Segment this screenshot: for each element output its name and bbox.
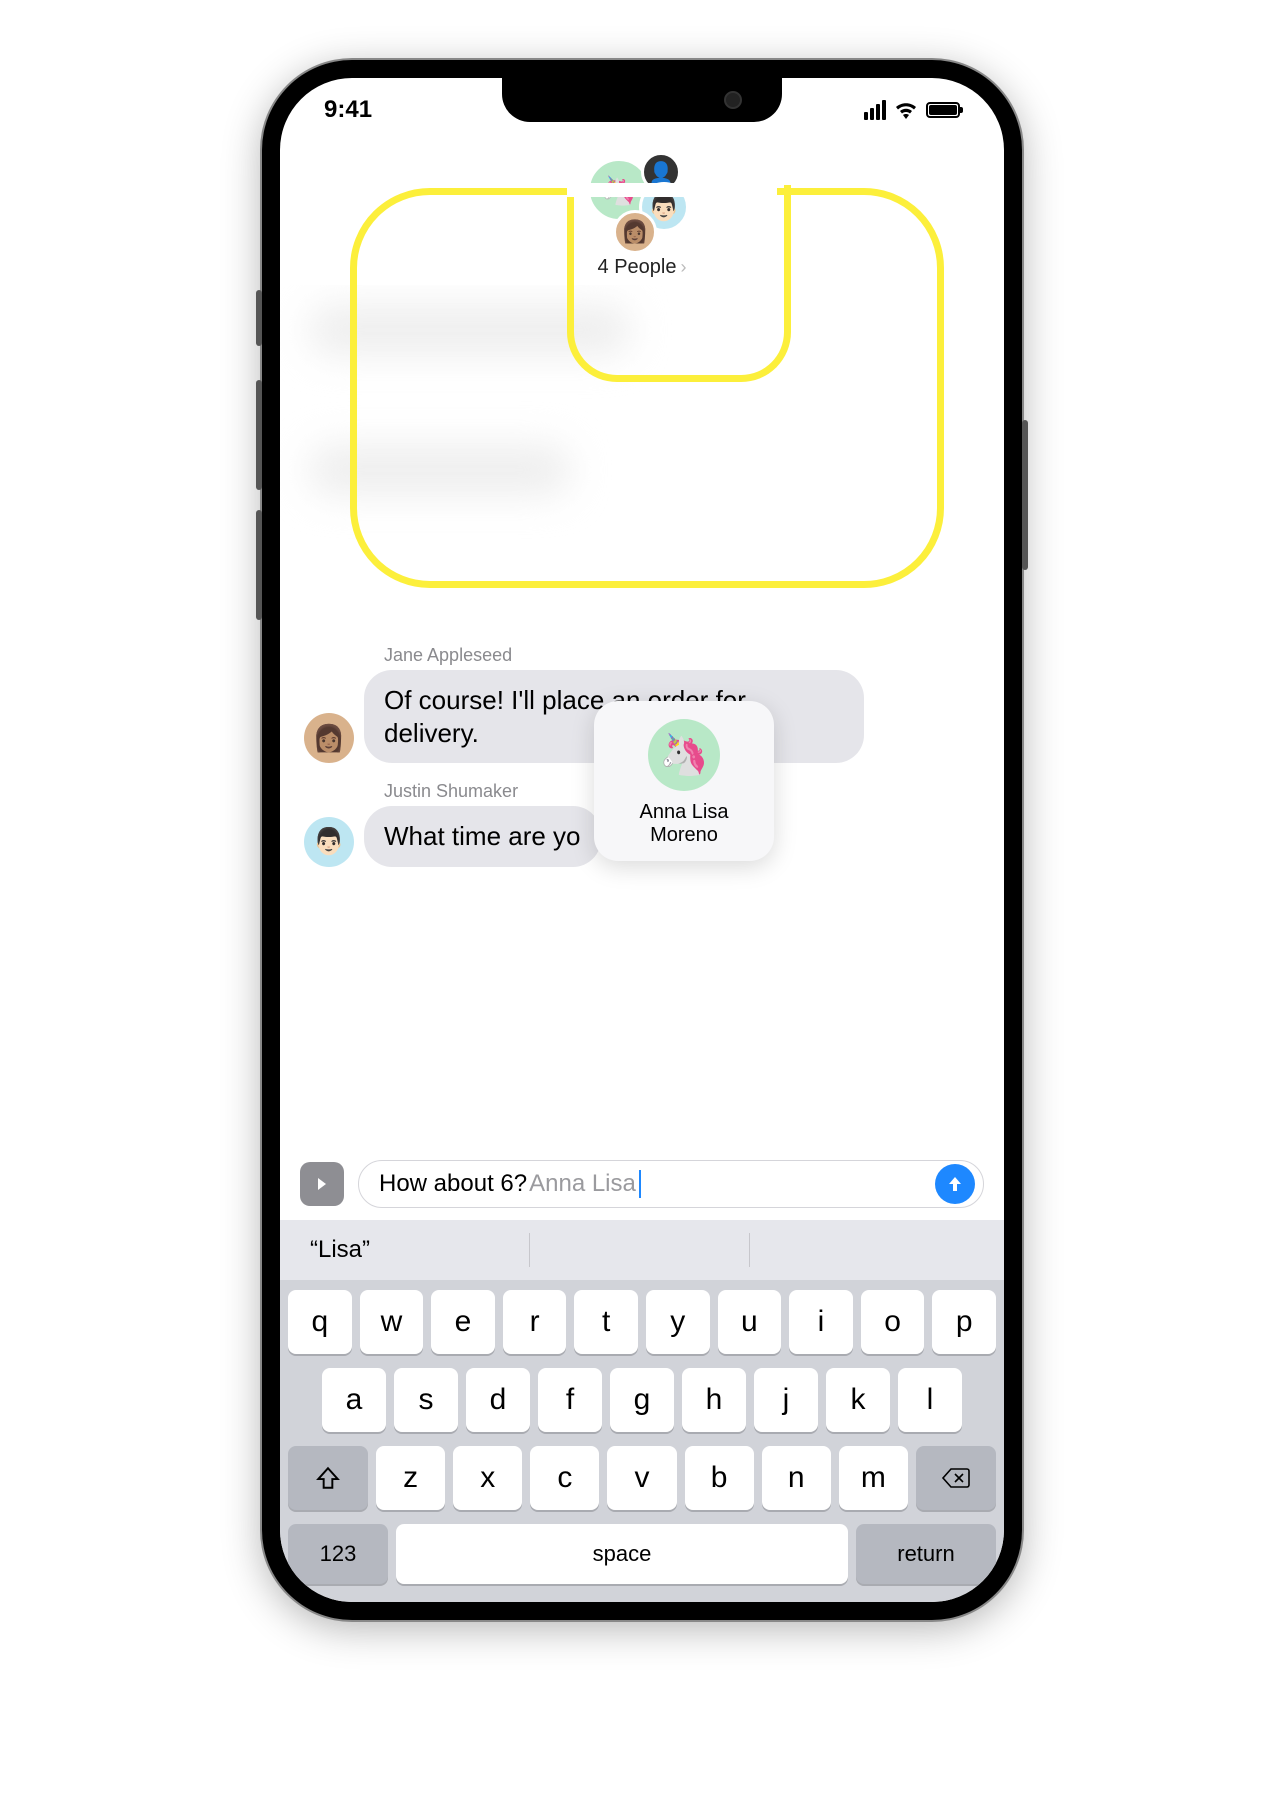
key-space[interactable]: space (396, 1524, 848, 1584)
group-title-row[interactable]: 4 People › (598, 256, 687, 279)
key-p[interactable]: p (932, 1290, 996, 1354)
message-input[interactable]: How about 6? Anna Lisa (358, 1160, 984, 1208)
group-avatar-4: 👩🏽 (613, 210, 657, 254)
key-numbers[interactable]: 123 (288, 1524, 388, 1584)
key-c[interactable]: c (530, 1446, 599, 1510)
chevron-right-icon: › (680, 257, 686, 278)
key-o[interactable]: o (861, 1290, 925, 1354)
apps-expand-button[interactable] (300, 1162, 344, 1206)
key-d[interactable]: d (466, 1368, 530, 1432)
mention-avatar: 🦄 (648, 719, 720, 791)
sender-avatar[interactable]: 👨🏻 (304, 817, 354, 867)
key-j[interactable]: j (754, 1368, 818, 1432)
key-y[interactable]: y (646, 1290, 710, 1354)
chat-header[interactable]: 🦄 👤 👨🏻 👩🏽 4 People › (280, 142, 1004, 285)
suggestion-item[interactable]: “Lisa” (310, 1236, 529, 1264)
key-shift[interactable] (288, 1446, 368, 1510)
key-e[interactable]: e (431, 1290, 495, 1354)
on-screen-keyboard: q w e r t y u i o p a s d f g h j k l (280, 1280, 1004, 1602)
text-cursor (639, 1170, 641, 1198)
key-return[interactable]: return (856, 1524, 996, 1584)
key-h[interactable]: h (682, 1368, 746, 1432)
mention-suggestion-popup[interactable]: 🦄 Anna Lisa Moreno (594, 701, 774, 861)
compose-bar: How about 6? Anna Lisa (280, 1148, 1004, 1220)
key-w[interactable]: w (360, 1290, 424, 1354)
backspace-icon (941, 1466, 971, 1490)
message-bubble[interactable]: What time are yo (364, 806, 601, 867)
typed-text: How about 6? (379, 1170, 527, 1198)
group-avatar-cluster: 🦄 👤 👨🏻 👩🏽 (587, 152, 697, 252)
power-button (1022, 420, 1028, 570)
divider (749, 1233, 750, 1267)
mention-name: Anna Lisa Moreno (606, 801, 762, 847)
phone-screen: 9:41 🦄 👤 👨🏻 👩🏽 4 People › (280, 78, 1004, 1602)
key-m[interactable]: m (839, 1446, 908, 1510)
battery-icon (926, 102, 960, 118)
key-t[interactable]: t (574, 1290, 638, 1354)
redacted-content (310, 305, 630, 355)
arrow-up-icon (945, 1174, 965, 1194)
key-f[interactable]: f (538, 1368, 602, 1432)
cellular-signal-icon (864, 100, 886, 120)
mute-switch (256, 290, 262, 346)
redacted-content (310, 445, 570, 495)
notch (502, 78, 782, 122)
typing-suggestions: “Lisa” (280, 1220, 1004, 1280)
key-b[interactable]: b (685, 1446, 754, 1510)
phone-frame: 9:41 🦄 👤 👨🏻 👩🏽 4 People › (262, 60, 1022, 1620)
group-title: 4 People (598, 256, 677, 279)
key-i[interactable]: i (789, 1290, 853, 1354)
volume-up-button (256, 380, 262, 490)
key-a[interactable]: a (322, 1368, 386, 1432)
sender-avatar[interactable]: 👩🏽 (304, 713, 354, 763)
key-z[interactable]: z (376, 1446, 445, 1510)
key-s[interactable]: s (394, 1368, 458, 1432)
shift-icon (315, 1465, 341, 1491)
key-k[interactable]: k (826, 1368, 890, 1432)
key-n[interactable]: n (762, 1446, 831, 1510)
wifi-icon (894, 101, 918, 119)
send-button[interactable] (935, 1164, 975, 1204)
key-l[interactable]: l (898, 1368, 962, 1432)
key-backspace[interactable] (916, 1446, 996, 1510)
key-q[interactable]: q (288, 1290, 352, 1354)
message-list[interactable]: Jane Appleseed 👩🏽 Of course! I'll place … (280, 285, 1004, 1148)
divider (529, 1233, 530, 1267)
status-time: 9:41 (324, 96, 372, 124)
sender-label: Jane Appleseed (384, 645, 980, 666)
key-r[interactable]: r (503, 1290, 567, 1354)
key-v[interactable]: v (607, 1446, 676, 1510)
mention-draft-text: Anna Lisa (529, 1170, 636, 1198)
key-x[interactable]: x (453, 1446, 522, 1510)
key-g[interactable]: g (610, 1368, 674, 1432)
volume-down-button (256, 510, 262, 620)
message-item: Justin Shumaker 👨🏻 What time are yo 🦄 An… (304, 781, 980, 867)
key-u[interactable]: u (718, 1290, 782, 1354)
